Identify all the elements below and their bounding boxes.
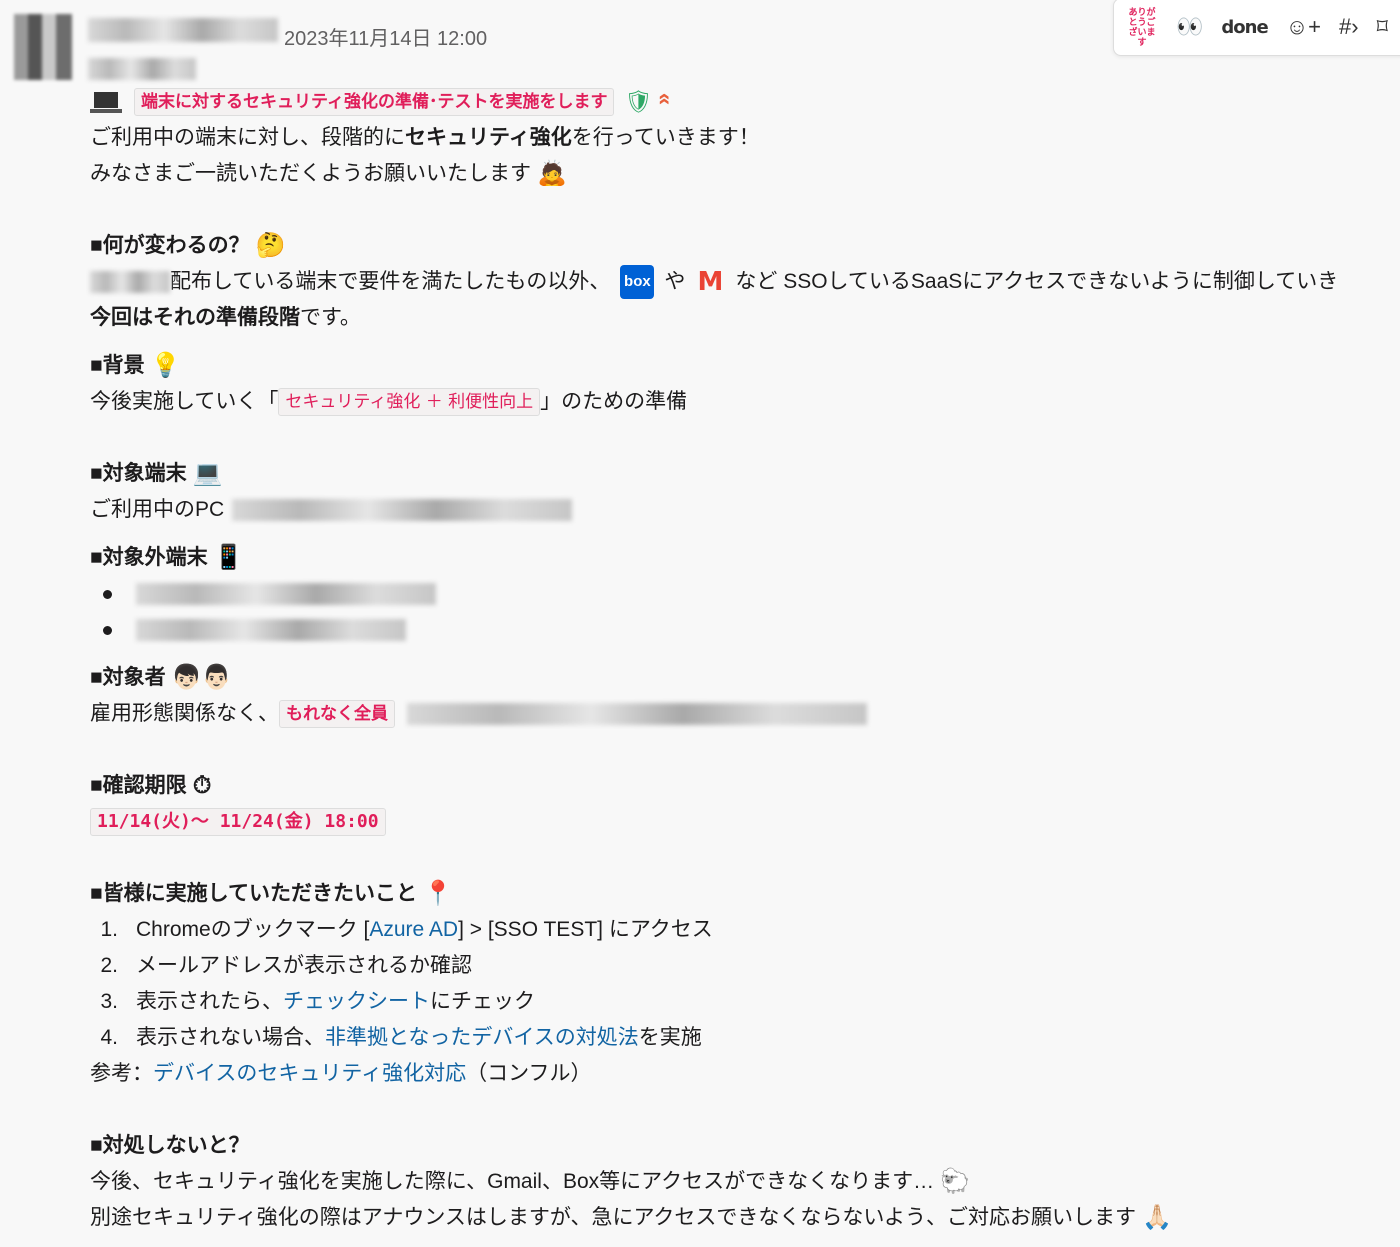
if-not-line-1: 今後、セキュリティ強化を実施した際に、Gmail、Box等にアクセスができなくな… (90, 1164, 1400, 1200)
section-heading-target-device: ■対象端末 💻 (90, 456, 1400, 492)
sender-title-redacted (88, 58, 196, 80)
pray-emoji-icon: 🙏🏻 (1142, 1204, 1172, 1231)
section-heading-excluded-device: ■対象外端末 📱 (90, 540, 1400, 576)
avatar[interactable] (14, 14, 72, 80)
bow-emoji-icon: 🙇 (537, 160, 567, 187)
list-item (90, 612, 1400, 648)
redacted-note (407, 703, 867, 725)
list-item: 1. Chromeのブックマーク [Azure AD] > [SSO TEST]… (90, 912, 1400, 948)
check-sheet-link[interactable]: チェックシート (283, 984, 430, 1020)
if-not-line-2: 別途セキュリティ強化の際はアナウンスはしますが、急にアクセスできなくならないよう… (90, 1200, 1400, 1236)
laptop-icon (90, 90, 122, 114)
laptop-emoji-icon: 💻 (192, 460, 223, 487)
box-logo-icon: box (620, 265, 655, 299)
section-heading-what: ■何が変わるの？ 🤔 (90, 228, 1400, 264)
mobile-phone-emoji-icon: 📱 (213, 544, 244, 571)
arigato-reaction-button[interactable]: ありがとうございます (1126, 7, 1158, 47)
section-heading-background: ■背景 💡 (90, 348, 1400, 384)
everyone-code: もれなく全員 (279, 700, 395, 728)
message-actions-toolbar: ありがとうございます 👀 done ☺+ #› ⌑ (1113, 0, 1400, 56)
reference-link[interactable]: デバイスのセキュリティ強化対応 (153, 1056, 466, 1092)
list-item: 4. 表示されない場合、 非準拠となったデバイスの対処法 を実施 (90, 1020, 1400, 1056)
list-item (90, 576, 1400, 612)
done-reaction-button[interactable]: done (1221, 10, 1268, 44)
thinking-emoji-icon: 🤔 (255, 232, 286, 259)
pin-emoji-icon: 📍 (423, 880, 453, 907)
reply-in-thread-icon[interactable]: #› (1339, 10, 1359, 44)
sheep-emoji-icon: 🐑 (940, 1168, 970, 1195)
add-reaction-icon[interactable]: ☺+ (1286, 10, 1321, 44)
message-title-line: 端末に対するセキュリティ強化の準備･テストを実施をします 🛡 » (90, 84, 1400, 120)
redacted-item (136, 619, 406, 641)
section-heading-if-not: ■対処しないと？ (90, 1134, 250, 1157)
section-heading-todo: ■皆様に実施していただきたいこと 📍 (90, 876, 1400, 912)
eyes-reaction-button[interactable]: 👀 (1176, 10, 1203, 44)
azure-ad-link[interactable]: Azure AD (369, 912, 458, 948)
section-heading-target-people: ■対象者 👦🏻👨🏻 (90, 660, 1400, 696)
intro-line-2: みなさまご一読いただくようお願いいたします 🙇 (90, 156, 1400, 192)
bullet-icon (103, 589, 112, 599)
message-title: 端末に対するセキュリティ強化の準備･テストを実施をします (134, 88, 615, 116)
redacted-device-list (232, 499, 573, 521)
redacted-item (136, 583, 436, 605)
bullet-icon (103, 625, 112, 635)
sender-name-redacted[interactable] (88, 18, 278, 42)
deadline-line: 11/14(火)〜 11/24(金) 18:00 (90, 804, 1400, 840)
target-people-line: 雇用形態関係なく、 もれなく全員 (90, 696, 1400, 732)
reference-line: 参考： デバイスのセキュリティ強化対応 （コンフル） (90, 1056, 1400, 1092)
noncompliant-device-link[interactable]: 非準拠となったデバイスの対処法 (325, 1020, 639, 1056)
list-item: 3. 表示されたら、 チェックシート にチェック (90, 984, 1400, 1020)
stopwatch-emoji-icon: ⏱ (192, 772, 212, 799)
people-emoji-icon: 👦🏻👨🏻 (171, 664, 232, 691)
intro-line-1: ご利用中の端末に対し、段階的に セキュリティ強化 を行っていきます！ (90, 126, 760, 149)
what-line-2: 今回はそれの準備段階 です。 (90, 306, 361, 329)
lightbulb-emoji-icon: 💡 (150, 352, 181, 379)
priority-chevrons-icon: » (650, 98, 676, 106)
target-device-line: ご利用中のPC (90, 492, 1400, 528)
gmail-logo-icon: M (697, 267, 724, 297)
message-body: 端末に対するセキュリティ強化の準備･テストを実施をします 🛡 » ご利用中の端末… (90, 84, 1400, 1236)
what-line-1: 配布している端末で要件を満たしたもの以外、 box や M など SSOしている… (90, 264, 1400, 300)
background-code: セキュリティ強化 ＋ 利便性向上 (278, 388, 541, 416)
section-heading-deadline: ■確認期限 ⏱ (90, 768, 1400, 804)
deadline-code: 11/14(火)〜 11/24(金) 18:00 (90, 808, 386, 836)
bookmark-icon[interactable]: ⌑ (1377, 10, 1388, 44)
message-timestamp[interactable]: 2023年11月14日 12:00 (284, 22, 487, 51)
background-line: 今後実施していく「 セキュリティ強化 ＋ 利便性向上 」のための準備 (90, 384, 1400, 420)
list-item: 2. メールアドレスが表示されるか確認 (100, 954, 472, 977)
redacted-company (90, 271, 170, 293)
